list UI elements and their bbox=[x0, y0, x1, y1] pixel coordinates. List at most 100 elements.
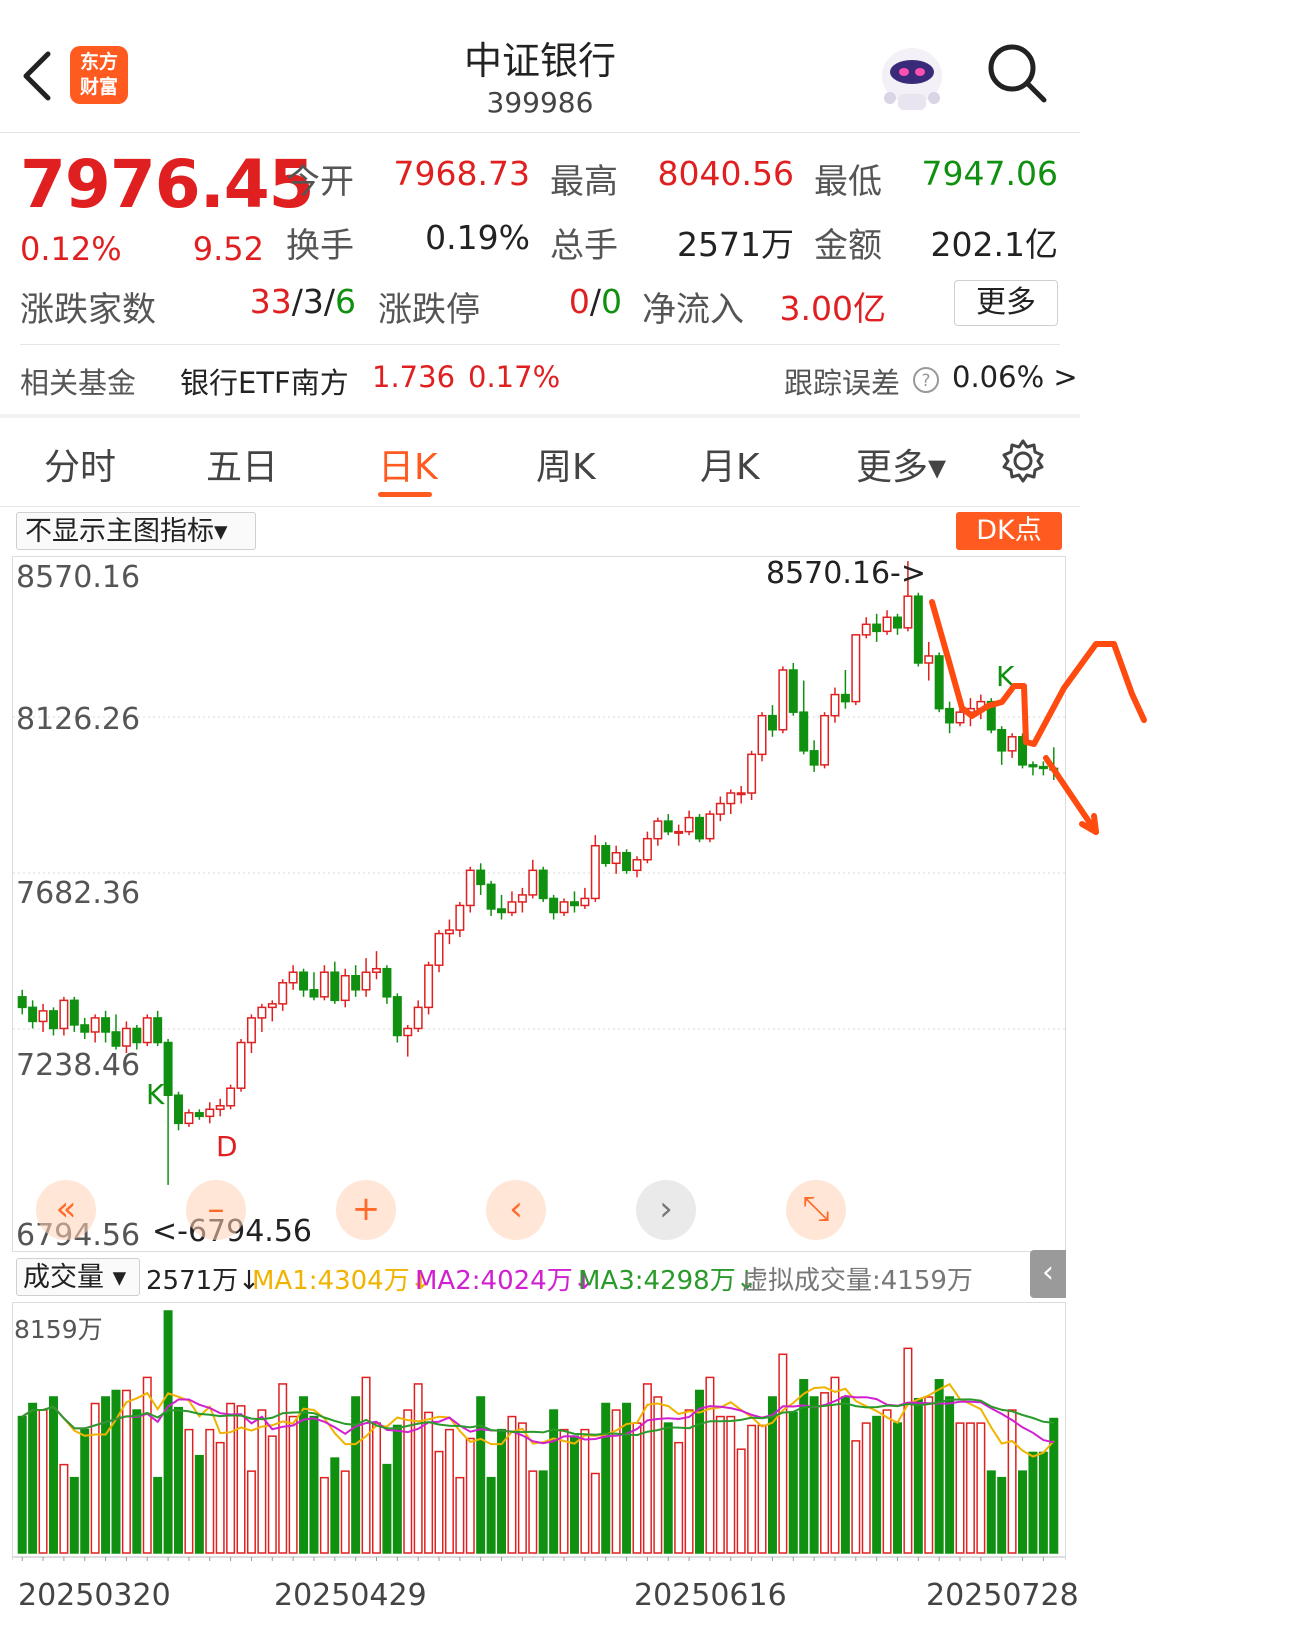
candle-body bbox=[194, 1112, 204, 1118]
active-tab-indicator bbox=[378, 492, 432, 497]
volume-bar bbox=[142, 1376, 152, 1554]
candle-body bbox=[392, 996, 402, 1037]
virtual-volume: 虚拟成交量:4159万 bbox=[742, 1266, 973, 1296]
price-axis-label: 8570.16 bbox=[16, 560, 141, 595]
volume-bar bbox=[80, 1428, 90, 1554]
tab-daily-k[interactable]: 日K bbox=[378, 438, 438, 490]
fullscreen-button[interactable]: ⤡ bbox=[786, 1180, 846, 1240]
volume-current: 2571万↓ bbox=[146, 1266, 260, 1296]
volume-chart[interactable] bbox=[12, 1302, 1066, 1561]
volume-bar bbox=[872, 1415, 882, 1554]
volume-bar bbox=[934, 1379, 944, 1554]
candle-body bbox=[455, 904, 465, 931]
candle-body bbox=[747, 753, 757, 794]
candle-body bbox=[90, 1017, 100, 1033]
volume-bar bbox=[788, 1411, 798, 1554]
volume-bar bbox=[69, 1476, 79, 1554]
candle-body bbox=[111, 1031, 121, 1047]
main-indicator-select[interactable]: 不显示主图指标▾ bbox=[16, 512, 256, 550]
high-label: 最高 bbox=[550, 162, 618, 202]
dk-point-button[interactable]: DK点 bbox=[956, 512, 1062, 550]
candle-body bbox=[736, 792, 746, 796]
candle-body bbox=[80, 1024, 90, 1033]
scroll-right-button[interactable]: › bbox=[636, 1180, 696, 1240]
volume-bar bbox=[580, 1428, 590, 1554]
candle-body bbox=[820, 714, 830, 766]
candle-body bbox=[48, 1010, 58, 1030]
candle-body bbox=[465, 869, 475, 907]
volume-bar bbox=[486, 1476, 496, 1554]
tab-more[interactable]: 更多▾ bbox=[856, 438, 946, 490]
assistant-robot-icon[interactable] bbox=[876, 42, 948, 114]
app-page: 东方 财富 中证银行 399986 7976.45 0.12% 9.52 今开 … bbox=[0, 0, 1147, 1642]
candle-body bbox=[267, 1003, 277, 1009]
back-arrow-icon[interactable] bbox=[18, 48, 58, 104]
volume-bar bbox=[757, 1424, 767, 1554]
limit-value: 0/0 bbox=[568, 282, 622, 321]
d-signal: D bbox=[216, 1130, 238, 1163]
svg-text:?: ? bbox=[921, 371, 930, 391]
tab-five-day[interactable]: 五日 bbox=[206, 438, 278, 490]
candle-body bbox=[299, 971, 309, 991]
volume-bar bbox=[434, 1450, 444, 1554]
candle-body bbox=[528, 869, 538, 896]
related-fund-label: 相关基金 bbox=[20, 366, 137, 400]
limit-label: 涨跌停 bbox=[378, 290, 480, 330]
volume-bar bbox=[319, 1476, 329, 1554]
candle-body bbox=[486, 883, 496, 910]
low-value: 7947.06 bbox=[921, 154, 1058, 193]
candle-body bbox=[622, 851, 632, 872]
tracking-error-value[interactable]: 0.06% > bbox=[952, 360, 1078, 394]
candle-body bbox=[319, 971, 329, 998]
candle-body bbox=[59, 999, 69, 1030]
decline-count: 6 bbox=[335, 282, 356, 321]
tab-monthly-k[interactable]: 月K bbox=[700, 438, 760, 490]
volume-bar bbox=[215, 1441, 225, 1554]
candle-body bbox=[17, 996, 27, 1009]
volume-bar bbox=[861, 1422, 871, 1554]
scroll-left-button[interactable]: ‹ bbox=[486, 1180, 546, 1240]
help-icon[interactable]: ? bbox=[912, 366, 940, 394]
zoom-out-button[interactable]: – bbox=[186, 1180, 246, 1240]
volume-bar bbox=[132, 1409, 142, 1554]
volume-bar bbox=[1018, 1470, 1028, 1554]
scroll-start-button[interactable]: « bbox=[36, 1180, 96, 1240]
volume-bar bbox=[913, 1398, 923, 1554]
candle-body bbox=[674, 830, 684, 834]
volume-bar bbox=[476, 1396, 486, 1554]
volume-bar bbox=[924, 1396, 934, 1554]
volume-bar bbox=[726, 1415, 736, 1554]
candle-body bbox=[184, 1112, 194, 1125]
candle-body bbox=[799, 711, 809, 752]
fund-name-link[interactable]: 银行ETF南方 bbox=[180, 360, 349, 402]
collapse-panel-button[interactable]: ‹ bbox=[1030, 1250, 1066, 1298]
advance-count: 33 bbox=[249, 282, 292, 321]
candle-body bbox=[580, 897, 590, 907]
tab-intraday[interactable]: 分时 bbox=[44, 438, 116, 490]
k-signal: K bbox=[146, 1078, 165, 1111]
volume-bar bbox=[986, 1470, 996, 1554]
candle-body bbox=[695, 816, 705, 840]
price-axis-label: 7682.36 bbox=[16, 876, 141, 911]
zoom-in-button[interactable]: + bbox=[336, 1180, 396, 1240]
volume-bar bbox=[278, 1383, 288, 1554]
candle-body bbox=[153, 1017, 163, 1044]
candle-body bbox=[142, 1017, 152, 1044]
volume-bar bbox=[1049, 1417, 1059, 1554]
volume-bar bbox=[892, 1422, 902, 1554]
candle-body bbox=[424, 964, 434, 1009]
volume-bar bbox=[153, 1476, 163, 1554]
amount-value: 202.1亿 bbox=[930, 225, 1058, 264]
candle-body bbox=[205, 1108, 215, 1118]
tab-weekly-k[interactable]: 周K bbox=[536, 438, 596, 490]
candle-body bbox=[851, 634, 861, 703]
candle-body bbox=[278, 982, 288, 1005]
candle-body bbox=[382, 967, 392, 998]
logo-text-2: 财富 bbox=[79, 76, 118, 98]
eastmoney-logo[interactable]: 东方 财富 bbox=[70, 46, 128, 104]
gear-icon[interactable] bbox=[1000, 438, 1046, 484]
volume-indicator-select[interactable]: 成交量 ▾ bbox=[16, 1258, 140, 1296]
more-button[interactable]: 更多 bbox=[954, 280, 1058, 326]
volume-bar bbox=[549, 1409, 559, 1554]
search-icon[interactable] bbox=[986, 42, 1048, 104]
